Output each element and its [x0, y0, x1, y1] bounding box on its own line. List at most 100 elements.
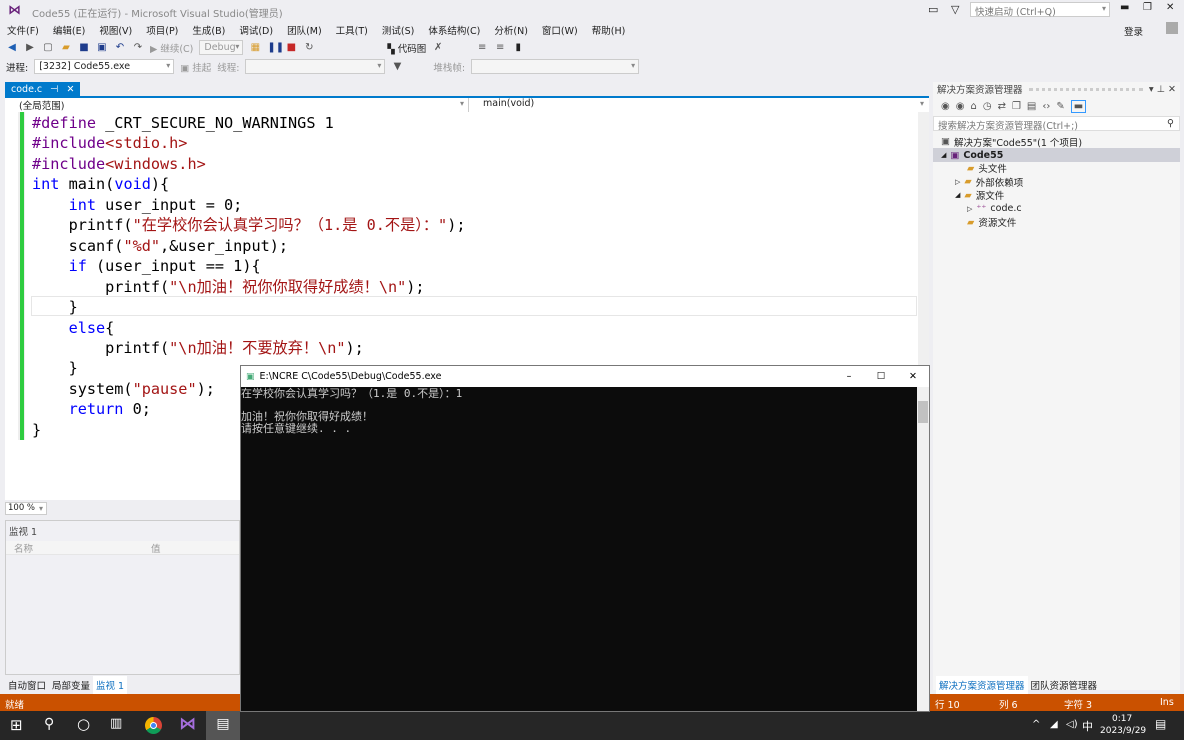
account-icon[interactable]	[1166, 22, 1178, 34]
tree-item[interactable]: ◢ ▰ 源文件	[933, 189, 1180, 203]
debug-tab[interactable]: 自动窗口	[5, 676, 49, 694]
continue-button[interactable]: ▶ 继续(C)	[150, 41, 193, 55]
open-icon[interactable]: ▰	[60, 42, 72, 54]
tree-item[interactable]: ▰ 头文件	[933, 162, 1180, 176]
console-minimize-button[interactable]: –	[833, 371, 865, 382]
preview-icon[interactable]: ▬	[1070, 99, 1087, 113]
forward-icon[interactable]: ◉	[956, 101, 965, 112]
clock-time[interactable]: 0:17	[1112, 714, 1132, 724]
code-map-button[interactable]: ▚ 代码图	[387, 41, 426, 55]
bookmark-icon[interactable]: ▮	[512, 42, 524, 54]
filter-threads-icon[interactable]: ▼	[391, 61, 403, 73]
tree-item[interactable]: ◢ ▣ Code55	[933, 148, 1180, 162]
show-all-icon[interactable]: ▤	[1027, 101, 1036, 112]
menu-item[interactable]: 测试(S)	[375, 20, 421, 38]
search-icon[interactable]: ⚲	[44, 716, 54, 732]
comment-icon[interactable]: ≡	[476, 42, 488, 54]
menu-item[interactable]: 编辑(E)	[46, 20, 92, 38]
login-link[interactable]: 登录	[1124, 24, 1143, 38]
tray-chevron-icon[interactable]: ^	[1032, 719, 1040, 730]
scope-select[interactable]: (全局范围)	[5, 98, 467, 112]
sync-icon[interactable]: ⇄	[998, 101, 1006, 112]
dropdown-icon[interactable]: ▾	[1149, 84, 1154, 95]
menu-item[interactable]: 体系结构(C)	[421, 20, 487, 38]
menu-item[interactable]: 生成(B)	[185, 20, 232, 38]
back-icon[interactable]: ◀	[6, 42, 18, 54]
save-all-icon[interactable]: ▣	[96, 42, 108, 54]
console-window[interactable]: ▣ E:\NCRE C\Code55\Debug\Code55.exe – ☐ …	[240, 365, 930, 712]
menu-item[interactable]: 工具(T)	[329, 20, 375, 38]
new-project-icon[interactable]: ▢	[42, 42, 54, 54]
menu-item[interactable]: 项目(P)	[139, 20, 185, 38]
stack-frame-select[interactable]	[471, 59, 640, 74]
breakpoint-icon[interactable]: ✗	[432, 42, 444, 54]
tree-item[interactable]: ▣ 解决方案"Code55"(1 个项目)	[933, 135, 1180, 149]
menu-item[interactable]: 文件(F)	[0, 20, 46, 38]
minimize-button[interactable]: ▬	[1120, 2, 1129, 13]
expand-icon[interactable]: ▷	[955, 178, 960, 186]
expand-icon[interactable]: ◢	[941, 151, 946, 159]
expand-icon[interactable]: ◢	[955, 191, 960, 199]
member-select[interactable]: main(void)	[468, 98, 927, 112]
suspend-button[interactable]: ▣ 挂起	[180, 60, 211, 74]
tree-item[interactable]: ▰ 资源文件	[933, 215, 1180, 230]
close-tab-icon[interactable]: ✕	[66, 84, 74, 95]
home-icon[interactable]: ⌂	[970, 101, 976, 112]
ime-indicator[interactable]: 中	[1082, 718, 1093, 734]
pin-icon[interactable]: ⊣	[50, 84, 58, 95]
filter-icon[interactable]: ▽	[951, 3, 959, 16]
code-icon[interactable]: ‹›	[1042, 101, 1050, 112]
process-select[interactable]: [3232] Code55.exe	[34, 59, 175, 74]
console-taskbar-icon[interactable]: ▤	[206, 711, 240, 740]
pin-icon[interactable]: ⊥	[1157, 84, 1165, 95]
start-icon[interactable]: ⊞	[10, 716, 23, 734]
explorer-tab[interactable]: 团队资源管理器	[1028, 676, 1101, 694]
clock-date[interactable]: 2023/9/29	[1100, 726, 1146, 736]
volume-icon[interactable]: ◁)	[1066, 719, 1078, 730]
console-title-bar[interactable]: ▣ E:\NCRE C\Code55\Debug\Code55.exe – ☐ …	[241, 366, 929, 387]
notifications-icon[interactable]: ▤	[1155, 717, 1166, 731]
network-icon[interactable]: ◢	[1050, 719, 1058, 730]
chrome-icon[interactable]	[145, 717, 162, 734]
visual-studio-icon[interactable]: ⋈	[179, 714, 196, 734]
history-icon[interactable]: ◷	[983, 101, 992, 112]
task-view-icon[interactable]: ▥	[110, 716, 122, 731]
stop-icon[interactable]: ■	[285, 42, 297, 54]
undo-icon[interactable]: ↶	[114, 42, 126, 54]
menu-item[interactable]: 帮助(H)	[585, 20, 633, 38]
tree-item[interactable]: ▷ ▰ 外部依赖项	[933, 175, 1180, 189]
debug-tab[interactable]: 监视 1	[93, 676, 128, 694]
feedback-icon[interactable]: ▭	[928, 3, 938, 16]
restore-button[interactable]: ❐	[1143, 2, 1152, 13]
menu-item[interactable]: 分析(N)	[487, 20, 535, 38]
menu-item[interactable]: 调试(D)	[232, 20, 280, 38]
console-close-button[interactable]: ✕	[897, 371, 929, 382]
find-icon[interactable]: ▦	[249, 42, 261, 54]
explorer-tab[interactable]: 解决方案资源管理器	[936, 676, 1028, 694]
debug-tab[interactable]: 局部变量	[49, 676, 93, 694]
menu-item[interactable]: 视图(V)	[92, 20, 139, 38]
console-scrollbar[interactable]	[917, 387, 929, 711]
pause-icon[interactable]: ❚❚	[267, 42, 284, 54]
properties-icon[interactable]: ✎	[1056, 101, 1064, 112]
menu-item[interactable]: 窗口(W)	[535, 20, 585, 38]
solution-search-input[interactable]: 搜索解决方案资源管理器(Ctrl+;) ⚲	[933, 116, 1180, 132]
thread-select[interactable]	[245, 59, 386, 74]
save-icon[interactable]: ■	[78, 42, 90, 54]
close-button[interactable]: ✕	[1166, 2, 1174, 13]
close-icon[interactable]: ✕	[1168, 84, 1176, 95]
collapse-icon[interactable]: ❐	[1012, 101, 1021, 112]
tab-code-c[interactable]: code.c ⊣ ✕	[5, 82, 81, 96]
expand-icon[interactable]: ▷	[967, 205, 972, 213]
console-maximize-button[interactable]: ☐	[865, 371, 897, 382]
zoom-select[interactable]: 100 %	[5, 502, 47, 515]
tree-item[interactable]: ▷ ⁺⁺ code.c	[933, 202, 1180, 215]
uncomment-icon[interactable]: ≡	[494, 42, 506, 54]
cortana-icon[interactable]: ○	[77, 715, 90, 733]
menu-item[interactable]: 团队(M)	[280, 20, 329, 38]
redo-icon[interactable]: ↷	[132, 42, 144, 54]
quick-launch-input[interactable]: 快速启动 (Ctrl+Q)	[970, 2, 1110, 18]
forward-icon[interactable]: ▶	[24, 42, 36, 54]
restart-icon[interactable]: ↻	[303, 42, 315, 54]
config-select[interactable]: Debug	[199, 40, 244, 55]
